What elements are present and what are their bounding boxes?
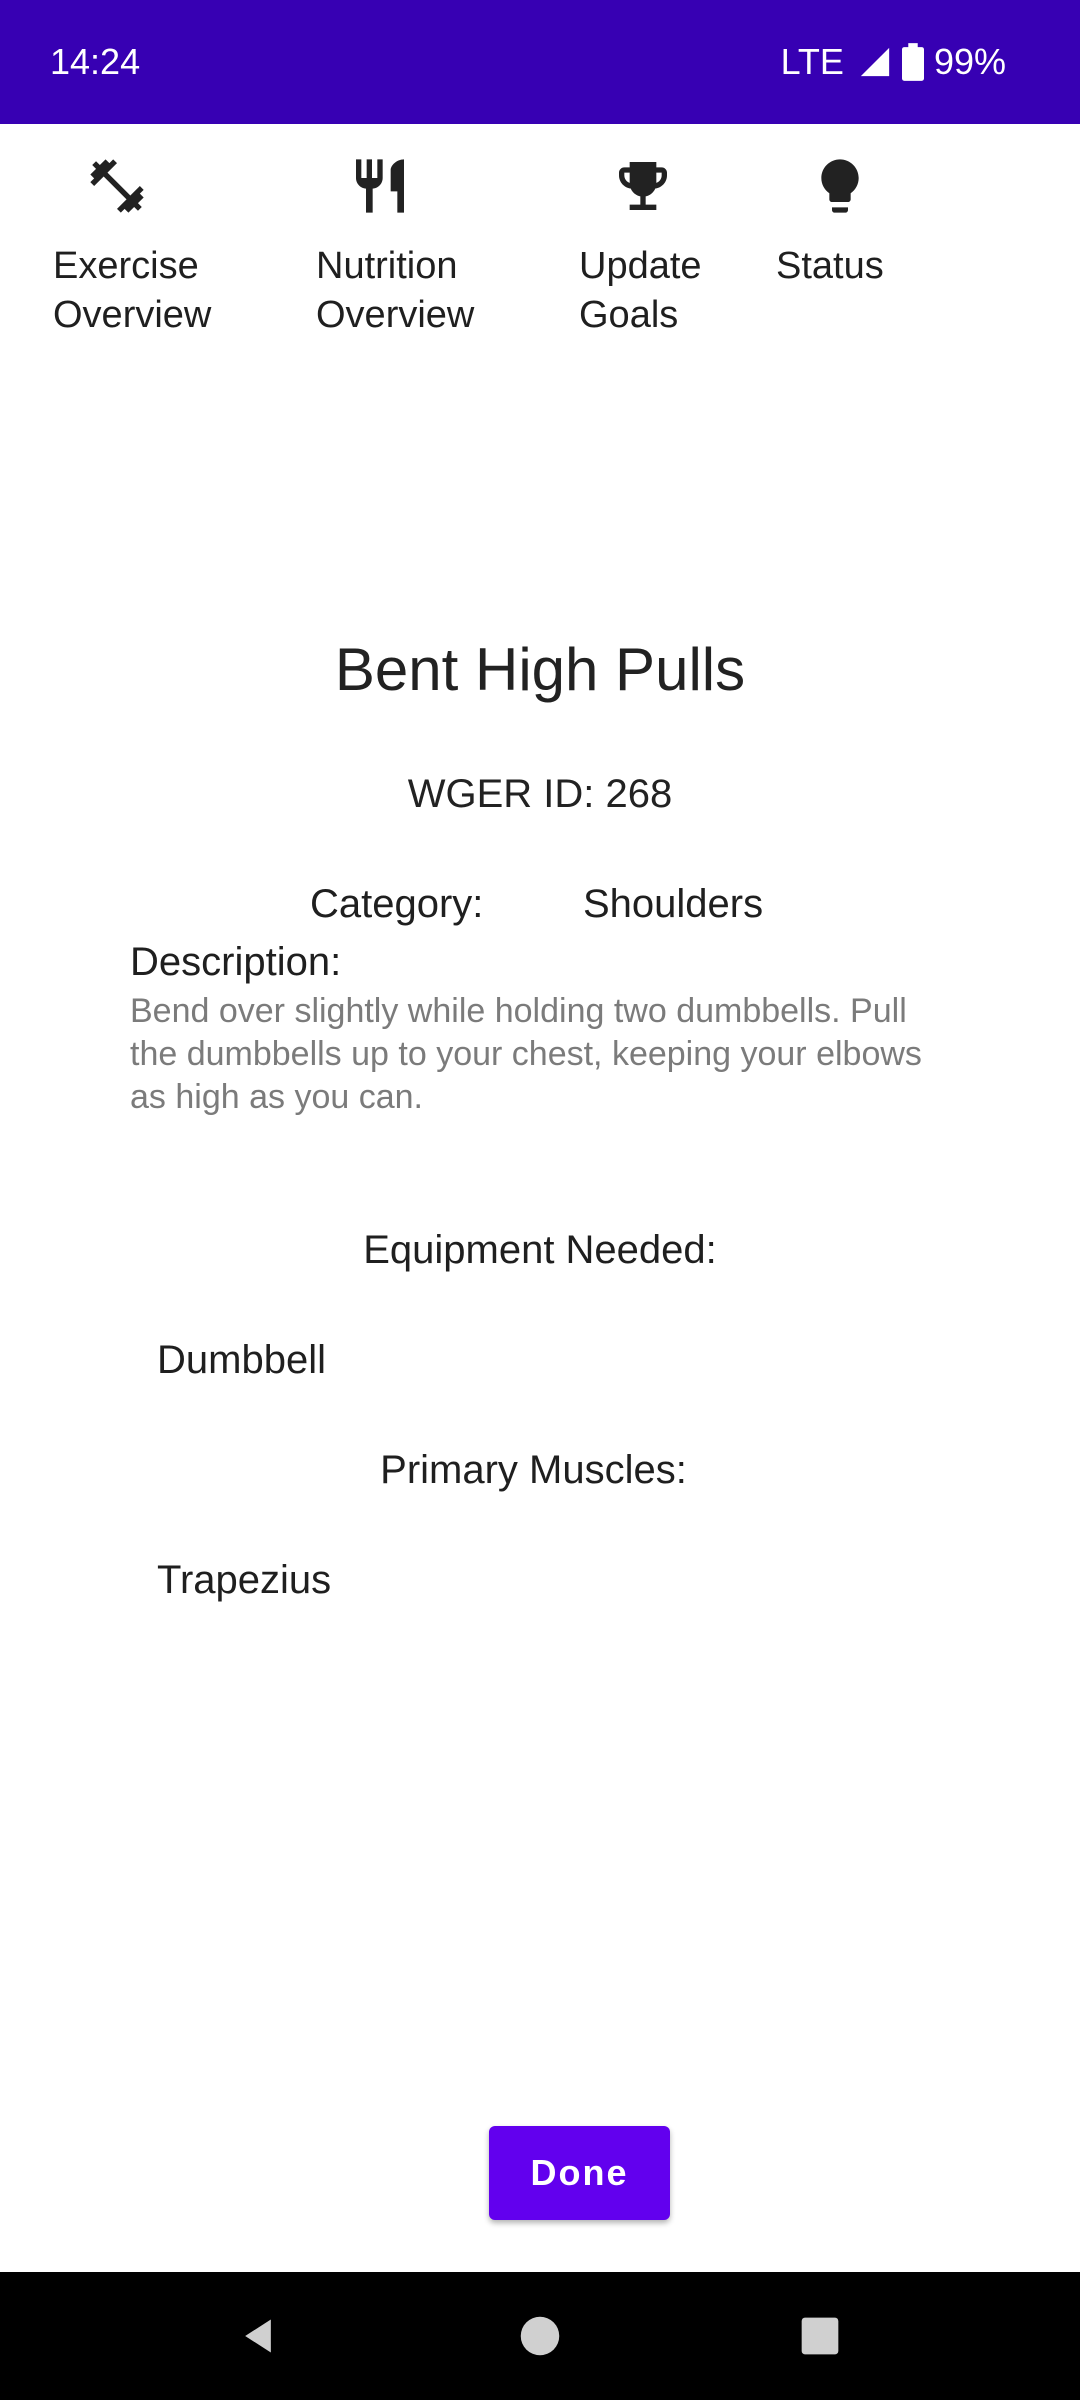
primary-muscles-label: Primary Muscles:	[380, 1448, 687, 1492]
nav-update-goals[interactable]: Update Goals	[579, 154, 702, 340]
battery-level: 99%	[933, 41, 1006, 82]
back-icon[interactable]	[210, 2272, 306, 2400]
recents-icon[interactable]	[772, 2272, 868, 2400]
home-icon[interactable]	[492, 2272, 588, 2400]
equipment-value: Dumbbell	[157, 1338, 326, 1382]
description-text: Bend over slightly while holding two dum…	[130, 992, 922, 1116]
equipment-label: Equipment Needed:	[363, 1228, 717, 1272]
signal-icon	[858, 45, 892, 79]
wger-id: WGER ID: 268	[407, 772, 673, 816]
network-type: LTE	[780, 41, 844, 82]
done-button[interactable]: Done	[489, 2126, 670, 2220]
system-navigation-bar	[0, 2272, 1080, 2400]
primary-muscles-value: Trapezius	[157, 1558, 332, 1602]
nav-status-label: Status	[776, 245, 884, 287]
trophy-icon	[611, 154, 675, 218]
description-label: Description:	[130, 940, 342, 984]
nav-nutrition-overview-label: Nutrition Overview	[316, 245, 475, 336]
status-time: 14:24	[50, 41, 141, 82]
nav-exercise-overview[interactable]: Exercise Overview	[53, 154, 211, 340]
top-navigation: Exercise Overview Nutrition Overview Upd…	[0, 124, 1080, 374]
fork-knife-icon	[348, 154, 412, 218]
nav-nutrition-overview[interactable]: Nutrition Overview	[316, 154, 474, 340]
nav-update-goals-label: Update Goals	[579, 245, 702, 336]
battery-icon	[901, 43, 924, 81]
category-value: Shoulders	[583, 882, 764, 926]
nav-exercise-overview-label: Exercise Overview	[53, 245, 212, 336]
lightbulb-icon	[808, 154, 872, 218]
status-indicators: LTE 99%	[781, 40, 1006, 84]
status-bar: 14:24 LTE 99%	[0, 0, 1080, 124]
category-label: Category:	[310, 882, 484, 926]
nav-status[interactable]: Status	[776, 154, 884, 291]
dumbbell-icon	[85, 154, 149, 218]
exercise-title: Bent High Pulls	[334, 636, 746, 703]
